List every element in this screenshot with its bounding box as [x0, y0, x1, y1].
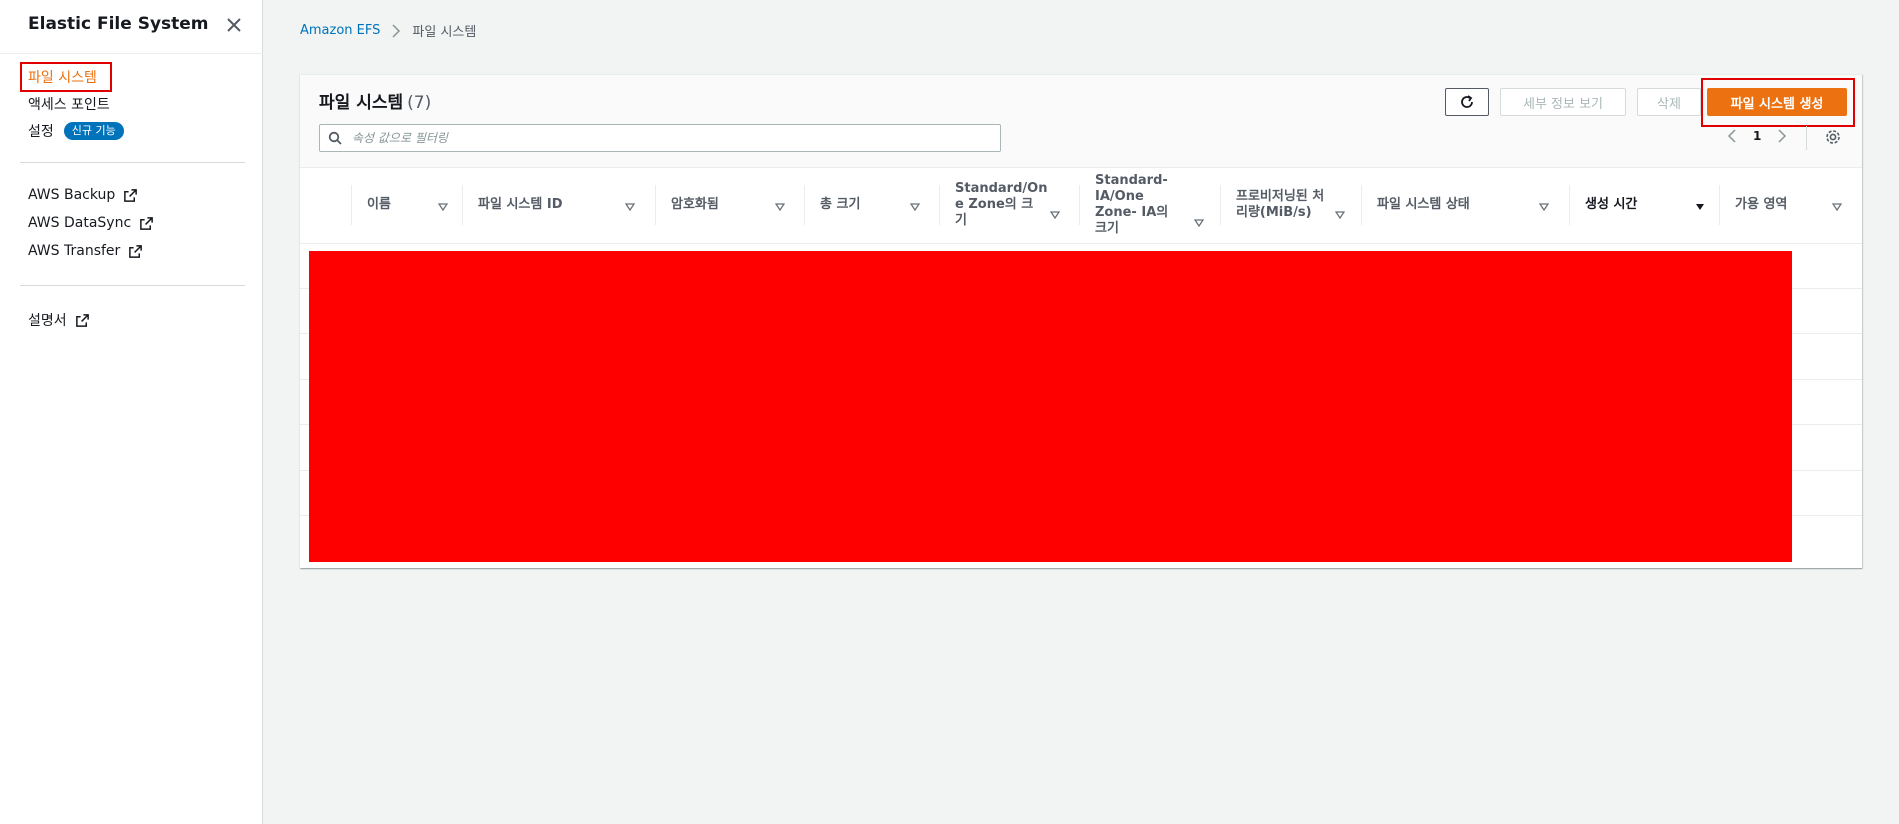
refresh-button[interactable]	[1445, 88, 1489, 116]
column-header-file-system-state[interactable]: 파일 시스템 상태	[1361, 167, 1569, 243]
sort-caret-icon	[1194, 219, 1204, 227]
column-header-total-size[interactable]: 총 크기	[804, 167, 939, 243]
chevron-right-icon	[392, 23, 401, 38]
sidebar-link-label: AWS DataSync	[28, 215, 132, 231]
sidebar-item-label: 설정	[28, 124, 54, 140]
column-header-encrypted[interactable]: 암호화됨	[655, 167, 804, 243]
column-header-creation-time[interactable]: 생성 시간	[1569, 167, 1719, 243]
pagination: 1	[1725, 128, 1789, 144]
column-header-name[interactable]: 이름	[351, 167, 462, 243]
sidebar-link-label: AWS Transfer	[28, 243, 121, 259]
sort-caret-icon	[438, 203, 448, 211]
external-link-icon	[124, 188, 138, 202]
sidebar-divider	[20, 162, 245, 163]
file-systems-table-panel: 파일 시스템(7) 세부 정보 보기 삭제 파일 시스템 생성 1	[300, 74, 1862, 568]
close-icon[interactable]	[224, 15, 244, 35]
sort-caret-icon	[910, 203, 920, 211]
breadcrumb-link-amazon-efs[interactable]: Amazon EFS	[300, 23, 380, 38]
gear-icon[interactable]	[1824, 128, 1842, 146]
sort-caret-icon	[1050, 211, 1060, 219]
page-number[interactable]: 1	[1753, 129, 1761, 143]
filter-input[interactable]	[350, 130, 994, 146]
sort-caret-icon	[625, 203, 635, 211]
breadcrumb: Amazon EFS 파일 시스템	[300, 21, 476, 40]
search-icon	[328, 131, 342, 145]
column-header-provisioned-throughput[interactable]: 프로비저닝된 처리량(MiB/s)	[1220, 167, 1361, 243]
sort-descending-icon	[1696, 204, 1704, 210]
page-title: 파일 시스템 (7)	[319, 88, 431, 113]
sidebar-link-aws-backup[interactable]: AWS Backup	[28, 187, 138, 203]
item-count: (7)	[407, 93, 432, 113]
sort-caret-icon	[1539, 203, 1549, 211]
view-details-button[interactable]: 세부 정보 보기	[1500, 88, 1626, 116]
sidebar-link-aws-datasync[interactable]: AWS DataSync	[28, 215, 154, 231]
filter-box	[319, 124, 1001, 152]
breadcrumb-current: 파일 시스템	[412, 25, 477, 40]
sidebar-link-label: 설명서	[28, 313, 67, 329]
sidebar-item-label: 파일 시스템	[28, 70, 97, 86]
sort-caret-icon	[775, 203, 785, 211]
column-header-ia-size[interactable]: Standard- IA/One Zone- IA의 크기	[1079, 167, 1220, 243]
side-navigation: Elastic File System 파일 시스템 액세스 포인트 설정 신규…	[0, 0, 263, 824]
redacted-table-rows	[309, 251, 1792, 562]
create-file-system-button[interactable]: 파일 시스템 생성	[1707, 88, 1847, 116]
table-header: 이름 파일 시스템 ID 암호화됨 총 크기 Standard/On e Zon…	[300, 167, 1862, 244]
external-link-icon	[75, 313, 89, 327]
sidebar-link-documentation[interactable]: 설명서	[28, 310, 90, 330]
sidebar-title: Elastic File System	[28, 14, 209, 34]
sidebar-item-access-points[interactable]: 액세스 포인트	[28, 94, 110, 114]
sidebar-link-label: AWS Backup	[28, 187, 116, 203]
panel-header: 파일 시스템(7) 세부 정보 보기 삭제 파일 시스템 생성 1	[300, 75, 1862, 168]
new-feature-badge: 신규 기능	[63, 122, 124, 140]
divider	[1806, 126, 1807, 150]
delete-button[interactable]: 삭제	[1637, 88, 1701, 116]
panel-title-text: 파일 시스템	[319, 93, 404, 113]
column-header-standard-size[interactable]: Standard/On e Zone의 크기	[939, 167, 1079, 243]
column-header-availability-zone[interactable]: 가용 영역	[1719, 167, 1862, 243]
sidebar-link-aws-transfer[interactable]: AWS Transfer	[28, 243, 143, 259]
column-header-file-system-id[interactable]: 파일 시스템 ID	[462, 167, 655, 243]
sidebar-divider	[0, 53, 263, 54]
external-link-icon	[140, 216, 154, 230]
chevron-left-icon[interactable]	[1725, 128, 1739, 144]
sort-caret-icon	[1832, 203, 1842, 211]
sidebar-item-settings[interactable]: 설정 신규 기능	[28, 121, 124, 141]
external-link-icon	[129, 244, 143, 258]
sidebar-item-file-systems[interactable]: 파일 시스템	[28, 67, 97, 87]
chevron-right-icon[interactable]	[1775, 128, 1789, 144]
sidebar-divider	[20, 285, 245, 286]
sidebar-item-label: 액세스 포인트	[28, 97, 110, 113]
refresh-icon	[1461, 95, 1473, 108]
sort-caret-icon	[1335, 211, 1345, 219]
